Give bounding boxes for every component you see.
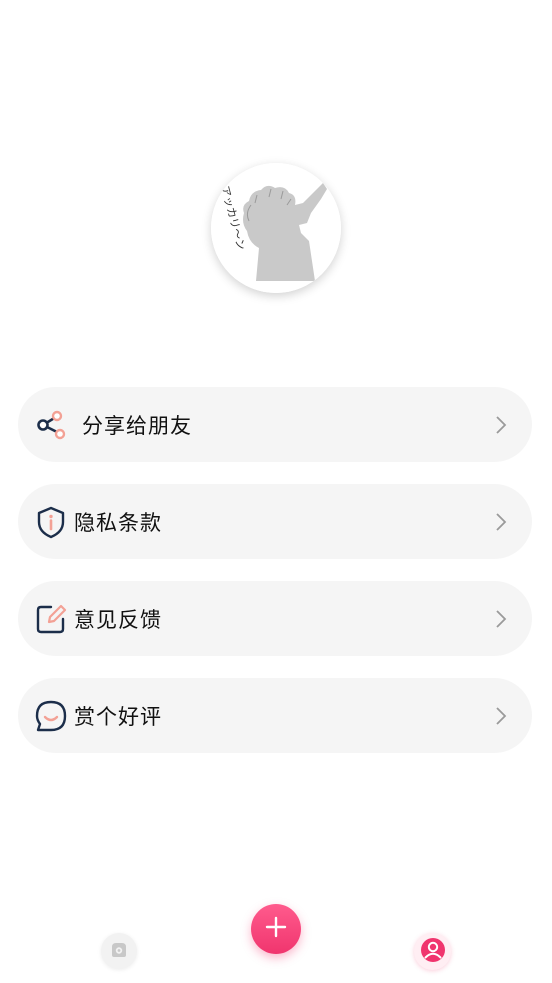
nav-home-button[interactable]: [101, 933, 137, 969]
chevron-right-icon: [494, 706, 508, 726]
shield-info-icon: [34, 505, 68, 539]
menu-item-label: 意见反馈: [74, 607, 162, 632]
nav-profile-button[interactable]: [414, 933, 451, 970]
settings-menu: 分享给朋友 隐私条款 意见反馈 赏个好评: [18, 387, 532, 775]
menu-item-rate[interactable]: 赏个好评: [18, 678, 532, 753]
menu-item-label: 赏个好评: [74, 704, 162, 729]
menu-item-label: 隐私条款: [74, 510, 162, 535]
chevron-right-icon: [494, 512, 508, 532]
chevron-right-icon: [494, 415, 508, 435]
menu-item-share[interactable]: 分享给朋友: [18, 387, 532, 462]
menu-item-feedback[interactable]: 意见反馈: [18, 581, 532, 656]
chevron-right-icon: [494, 609, 508, 629]
anime-silhouette-avatar-icon: アッカリ〜ン: [211, 163, 341, 293]
profile-icon: [419, 936, 447, 968]
share-icon: [34, 408, 68, 442]
chat-smile-icon: [34, 699, 68, 733]
plus-icon: [264, 915, 288, 943]
avatar[interactable]: アッカリ〜ン: [211, 163, 341, 293]
menu-item-label: 分享给朋友: [82, 413, 192, 438]
profile-screen: アッカリ〜ン 分享给朋友 隐私条款 意见反馈 赏个好评: [0, 0, 552, 983]
menu-item-privacy[interactable]: 隐私条款: [18, 484, 532, 559]
add-button[interactable]: [251, 904, 301, 954]
edit-icon: [34, 602, 68, 636]
home-icon: [108, 938, 130, 964]
